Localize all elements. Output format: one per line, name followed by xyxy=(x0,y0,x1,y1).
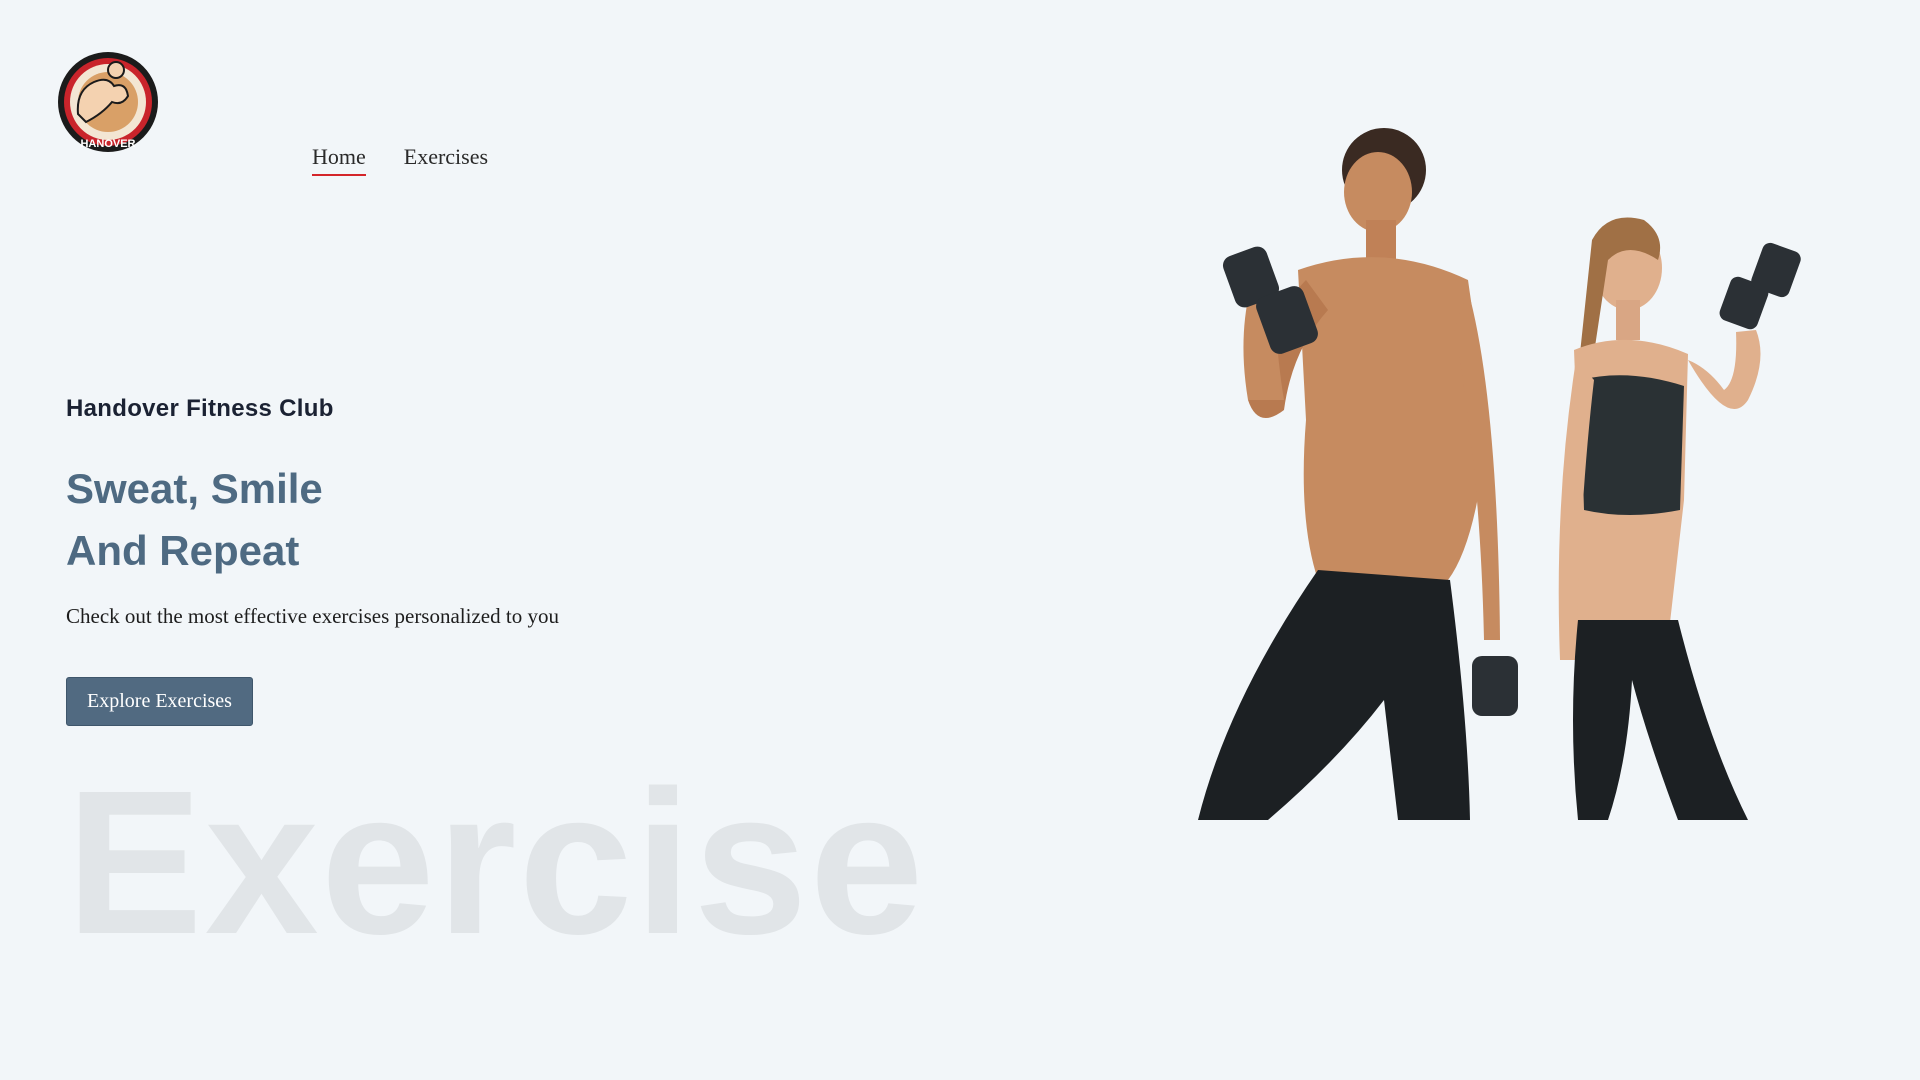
main-nav: Home Exercises xyxy=(312,144,488,176)
hanover-logo[interactable]: HANOVER xyxy=(56,44,160,156)
headline-line-1: Sweat, Smile xyxy=(66,465,323,512)
hero-subtitle: Check out the most effective exercises p… xyxy=(66,604,559,628)
page: HANOVER Home Exercises Handover Fitness … xyxy=(0,0,1920,1080)
woman-figure xyxy=(1558,217,1801,820)
logo-text-bottom: HANOVER xyxy=(80,138,135,150)
explore-exercises-button[interactable]: Explore Exercises xyxy=(66,677,253,726)
exercise-watermark: Exercise xyxy=(66,748,926,977)
hero-headline: Sweat, Smile And Repeat xyxy=(66,458,323,582)
nav-exercises-link[interactable]: Exercises xyxy=(404,144,488,174)
headline-line-2: And Repeat xyxy=(66,527,300,574)
club-name: Handover Fitness Club xyxy=(66,395,334,422)
man-figure xyxy=(1198,128,1518,820)
hero-athletes-image xyxy=(1198,128,1801,820)
nav-home-link[interactable]: Home xyxy=(312,144,366,176)
